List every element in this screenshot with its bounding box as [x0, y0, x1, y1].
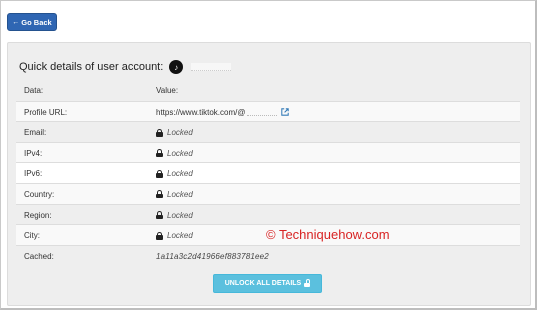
lock-icon	[156, 190, 163, 199]
panel-title-text: Quick details of user account:	[19, 61, 164, 73]
table-row-email: Email: Locked	[16, 121, 520, 142]
row-key: Email:	[24, 128, 47, 138]
locked-value: Locked	[167, 231, 193, 241]
table-row-country: Country: Locked	[16, 182, 520, 204]
lock-icon	[156, 169, 163, 178]
go-back-label: Go Back	[21, 17, 52, 27]
lock-icon	[156, 211, 163, 220]
table-header-row: Data: Value:	[16, 80, 520, 101]
unlock-all-details-button[interactable]: UNLOCK ALL DETAILS	[213, 274, 322, 293]
redacted-username	[191, 63, 232, 71]
table-row-cached: Cached: 1a11a3c2d41966ef883781ee2	[16, 244, 520, 266]
external-link-icon[interactable]	[281, 108, 290, 116]
row-key: IPv4:	[24, 148, 43, 158]
locked-value: Locked	[167, 210, 193, 220]
panel-title: Quick details of user account: ♪	[19, 60, 232, 74]
page-frame: ← Go Back Quick details of user account:…	[0, 0, 537, 310]
locked-value: Locked	[167, 148, 193, 158]
row-key: Profile URL:	[24, 107, 68, 117]
table-row-profile-url: Profile URL: https://www.tiktok.com/@	[16, 100, 520, 122]
locked-value: Locked	[167, 189, 193, 199]
row-key: Cached:	[24, 251, 54, 261]
row-key: Country:	[24, 189, 55, 199]
lock-icon	[156, 149, 163, 158]
go-back-button[interactable]: ← Go Back	[7, 13, 57, 31]
lock-icon	[156, 231, 163, 240]
cached-hash: 1a11a3c2d41966ef883781ee2	[156, 251, 269, 261]
locked-value: Locked	[167, 169, 193, 179]
header-value: Value:	[156, 86, 179, 95]
locked-value: Locked	[167, 128, 193, 138]
row-key: IPv6:	[24, 169, 43, 179]
table-row-region: Region: Locked	[16, 203, 520, 225]
header-data: Data:	[24, 86, 44, 95]
table-row-ipv4: IPv4: Locked	[16, 141, 520, 163]
row-key: Region:	[24, 210, 52, 220]
row-key: City:	[24, 231, 40, 241]
table-row-ipv6: IPv6: Locked	[16, 162, 520, 183]
watermark-text: © Techniquehow.com	[266, 227, 390, 242]
lock-icon	[156, 128, 163, 137]
details-panel: Quick details of user account: ♪ Data: V…	[7, 42, 531, 306]
profile-url-link[interactable]: https://www.tiktok.com/@	[156, 108, 245, 117]
unlock-label: UNLOCK ALL DETAILS	[224, 280, 302, 287]
redacted-handle	[247, 109, 278, 116]
arrow-left-icon: ←	[12, 18, 20, 26]
tiktok-logo-icon: ♪	[169, 60, 184, 74]
unlock-icon	[304, 279, 311, 287]
